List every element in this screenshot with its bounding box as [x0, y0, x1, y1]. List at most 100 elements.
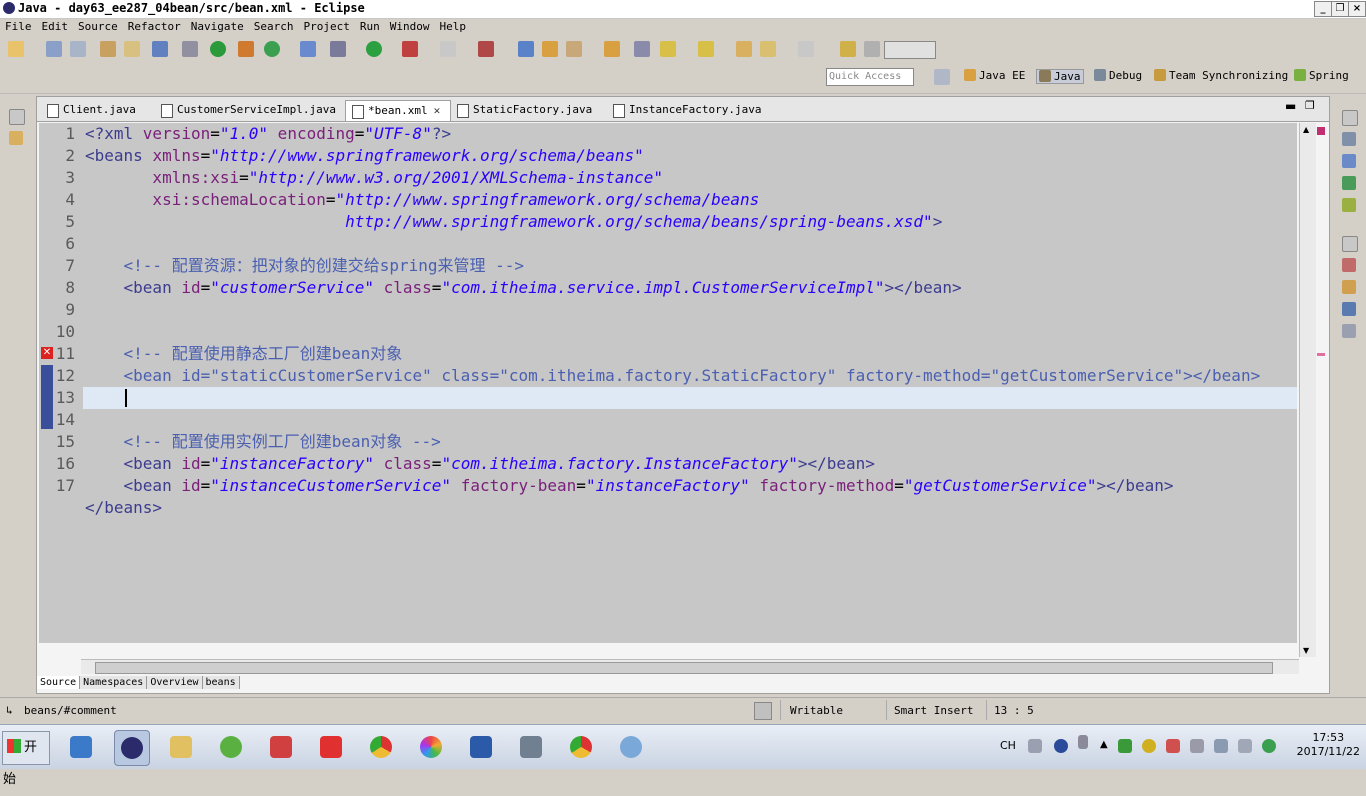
- perspective-spring[interactable]: Spring: [1294, 69, 1349, 82]
- perspective-team-sync[interactable]: Team Synchronizing: [1154, 69, 1288, 82]
- perspective-debug[interactable]: Debug: [1094, 69, 1142, 82]
- vertical-scrollbar[interactable]: ▲ ▼: [1299, 123, 1316, 657]
- console-view-icon[interactable]: [1342, 302, 1356, 316]
- scroll-down-icon[interactable]: ▼: [1303, 646, 1309, 655]
- clock[interactable]: 17:53 2017/11/22: [1297, 731, 1360, 759]
- restore-icon[interactable]: [1342, 236, 1358, 252]
- build-icon[interactable]: [238, 41, 254, 57]
- menu-source[interactable]: Source: [73, 19, 123, 33]
- next-annotation-icon[interactable]: [660, 41, 676, 57]
- taskbar-app-chrome-1[interactable]: [364, 730, 398, 764]
- taskbar-app-explorer[interactable]: [164, 730, 198, 764]
- run-icon[interactable]: [366, 41, 382, 57]
- quick-access-input[interactable]: Quick Access: [826, 68, 914, 86]
- restore-icon[interactable]: [1342, 110, 1358, 126]
- package-explorer-icon[interactable]: [9, 131, 23, 145]
- console-icon[interactable]: [152, 41, 168, 57]
- tab-static-factory[interactable]: StaticFactory.java: [451, 100, 603, 120]
- overview-error-icon[interactable]: [1317, 127, 1325, 135]
- open-project-icon[interactable]: [604, 41, 620, 57]
- perspective-java-ee[interactable]: Java EE: [964, 69, 1025, 82]
- grid-icon[interactable]: [864, 41, 880, 57]
- start-button[interactable]: 开始: [2, 731, 50, 787]
- keyboard-icon[interactable]: [1028, 739, 1042, 753]
- minimize-editor-icon[interactable]: ▬: [1285, 99, 1296, 113]
- menu-refactor[interactable]: Refactor: [123, 19, 186, 33]
- update-icon[interactable]: [1142, 739, 1156, 753]
- code-editor[interactable]: ✕ 1 2 3 4 5 6 7 8 9 10 11 12 13 14 15 16…: [39, 123, 1297, 643]
- taskbar-app-word[interactable]: [464, 730, 498, 764]
- open-type-icon[interactable]: [124, 41, 140, 57]
- pin-editor-icon[interactable]: [840, 41, 856, 57]
- tray-app-icon[interactable]: [1166, 739, 1180, 753]
- menu-edit[interactable]: Edit: [37, 19, 74, 33]
- tab-instance-factory[interactable]: InstanceFactory.java: [607, 100, 779, 120]
- menu-navigate[interactable]: Navigate: [186, 19, 249, 33]
- open-folder-icon[interactable]: [542, 41, 558, 57]
- help-icon[interactable]: [1054, 739, 1068, 753]
- volume-icon[interactable]: [1238, 739, 1252, 753]
- menu-project[interactable]: Project: [298, 19, 354, 33]
- taskbar-app-eclipse[interactable]: [114, 730, 150, 766]
- last-edit-icon[interactable]: [736, 41, 752, 57]
- horizontal-scrollbar[interactable]: [81, 659, 1299, 674]
- scroll-up-icon[interactable]: ▲: [1303, 125, 1309, 134]
- save-icon[interactable]: [46, 41, 62, 57]
- tray-expand-icon[interactable]: ▲: [1100, 739, 1114, 753]
- menu-window[interactable]: Window: [385, 19, 435, 33]
- taskbar-app-chrome-2[interactable]: [564, 730, 598, 764]
- menu-search[interactable]: Search: [249, 19, 299, 33]
- forward-icon[interactable]: [798, 41, 814, 57]
- previous-annotation-icon[interactable]: [698, 41, 714, 57]
- back-icon[interactable]: [760, 41, 776, 57]
- security-icon[interactable]: [1118, 739, 1132, 753]
- menu-help[interactable]: Help: [434, 19, 471, 33]
- maximize-editor-icon[interactable]: ❐: [1305, 99, 1315, 112]
- debug-icon[interactable]: [330, 41, 346, 57]
- server-start-icon[interactable]: [210, 41, 226, 57]
- new-icon[interactable]: [8, 41, 24, 57]
- horizontal-scroll-thumb[interactable]: [95, 662, 1273, 674]
- taskbar-app-g[interactable]: [314, 730, 348, 764]
- print-icon[interactable]: [100, 41, 116, 57]
- outline-icon[interactable]: [1342, 132, 1356, 146]
- toolbar-combo[interactable]: [884, 41, 936, 59]
- input-language[interactable]: CH: [1000, 739, 1016, 752]
- page-tab-overview[interactable]: Overview: [147, 676, 203, 689]
- page-tab-source[interactable]: Source: [37, 676, 81, 689]
- open-perspective-icon[interactable]: [934, 69, 950, 85]
- toggle-mark-icon[interactable]: [634, 41, 650, 57]
- taskbar-app-eraser[interactable]: [264, 730, 298, 764]
- overview-marker[interactable]: [1317, 353, 1325, 356]
- close-tab-icon[interactable]: ✕: [434, 104, 441, 117]
- search-icon[interactable]: [300, 41, 316, 57]
- tray-options-icon[interactable]: [1078, 735, 1088, 749]
- tab-customer-service-impl[interactable]: CustomerServiceImpl.java: [155, 100, 349, 120]
- perspective-java[interactable]: Java: [1036, 69, 1084, 84]
- pin-icon[interactable]: [182, 41, 198, 57]
- save-all-icon[interactable]: [70, 41, 86, 57]
- taskbar-app-green[interactable]: [214, 730, 248, 764]
- page-tab-beans[interactable]: beans: [202, 676, 240, 689]
- stop-icon[interactable]: [440, 41, 456, 57]
- tray-arrow-icon[interactable]: [1262, 739, 1276, 753]
- properties-icon[interactable]: [1342, 324, 1356, 338]
- taskbar-app-computer[interactable]: [64, 730, 98, 764]
- tab-client-java[interactable]: Client.java: [41, 100, 159, 120]
- hierarchy-icon[interactable]: [1342, 154, 1356, 168]
- taskbar-app-color[interactable]: [414, 730, 448, 764]
- minimize-button[interactable]: _: [1314, 1, 1332, 17]
- run-external-icon[interactable]: [402, 41, 418, 57]
- spring-explorer-icon[interactable]: [1342, 198, 1356, 212]
- new-package-icon[interactable]: [518, 41, 534, 57]
- page-tab-namespaces[interactable]: Namespaces: [80, 676, 148, 689]
- coverage-icon[interactable]: [478, 41, 494, 57]
- tab-bean-xml[interactable]: *bean.xml ✕: [345, 100, 451, 121]
- network-icon[interactable]: [1214, 739, 1228, 753]
- taskbar-app-reader[interactable]: [514, 730, 548, 764]
- menu-run[interactable]: Run: [355, 19, 385, 33]
- maximize-button[interactable]: ❐: [1331, 1, 1349, 17]
- restore-icon[interactable]: [9, 109, 25, 125]
- menu-file[interactable]: File: [0, 19, 37, 33]
- open-task-icon[interactable]: [566, 41, 582, 57]
